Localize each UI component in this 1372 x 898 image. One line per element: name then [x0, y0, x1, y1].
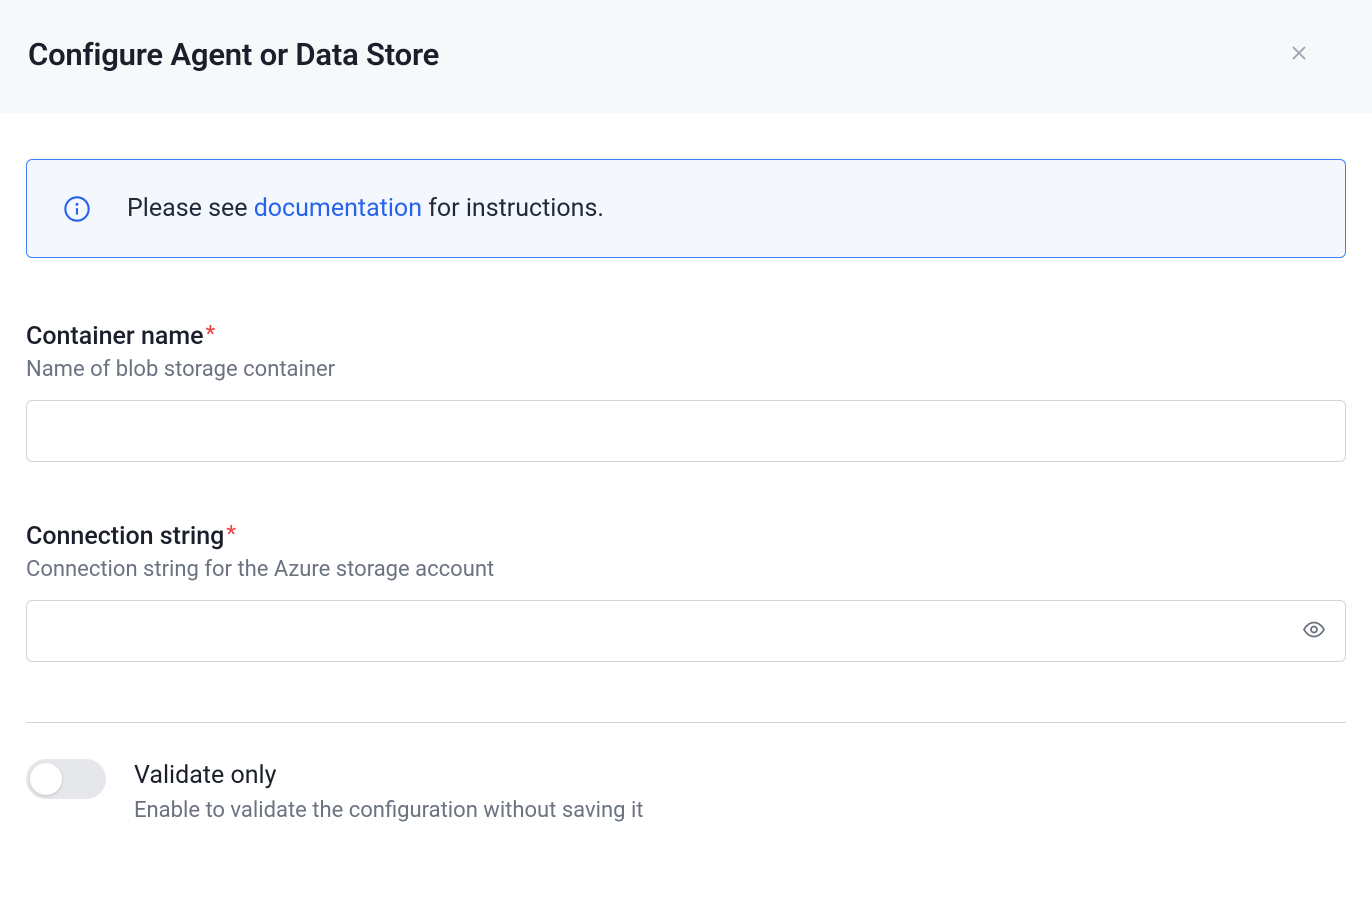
dialog-content: Please see documentation for instruction…	[0, 113, 1372, 823]
connection-string-group: Connection string* Connection string for…	[26, 522, 1346, 662]
info-suffix: for instructions.	[422, 194, 604, 223]
dialog-header: Configure Agent or Data Store	[0, 0, 1372, 113]
info-text: Please see documentation for instruction…	[127, 194, 604, 223]
connection-string-label-text: Connection string	[26, 522, 224, 551]
container-name-label-text: Container name	[26, 322, 204, 351]
close-icon	[1288, 42, 1310, 67]
container-name-input[interactable]	[26, 400, 1346, 462]
container-name-label: Container name*	[26, 322, 1346, 351]
dialog-title: Configure Agent or Data Store	[28, 36, 439, 73]
connection-string-label: Connection string*	[26, 522, 1346, 551]
container-name-help: Name of blob storage container	[26, 357, 1346, 382]
section-divider	[26, 722, 1346, 723]
container-name-input-wrap	[26, 400, 1346, 462]
validate-only-toggle[interactable]	[26, 759, 106, 799]
close-button[interactable]	[1284, 38, 1314, 71]
validate-only-text: Validate only Enable to validate the con…	[134, 759, 644, 823]
connection-string-help: Connection string for the Azure storage …	[26, 557, 1346, 582]
required-indicator: *	[206, 322, 216, 347]
documentation-link[interactable]: documentation	[254, 194, 422, 223]
toggle-knob	[30, 763, 62, 795]
eye-icon	[1302, 618, 1326, 645]
info-prefix: Please see	[127, 194, 254, 223]
info-banner: Please see documentation for instruction…	[26, 159, 1346, 258]
validate-only-help: Enable to validate the configuration wit…	[134, 798, 644, 823]
connection-string-input-wrap	[26, 600, 1346, 662]
validate-only-label: Validate only	[134, 761, 644, 790]
validate-only-row: Validate only Enable to validate the con…	[26, 759, 1346, 823]
connection-string-input[interactable]	[26, 600, 1346, 662]
required-indicator: *	[226, 522, 236, 547]
container-name-group: Container name* Name of blob storage con…	[26, 322, 1346, 462]
info-icon	[63, 195, 91, 223]
toggle-visibility-button[interactable]	[1298, 614, 1330, 649]
